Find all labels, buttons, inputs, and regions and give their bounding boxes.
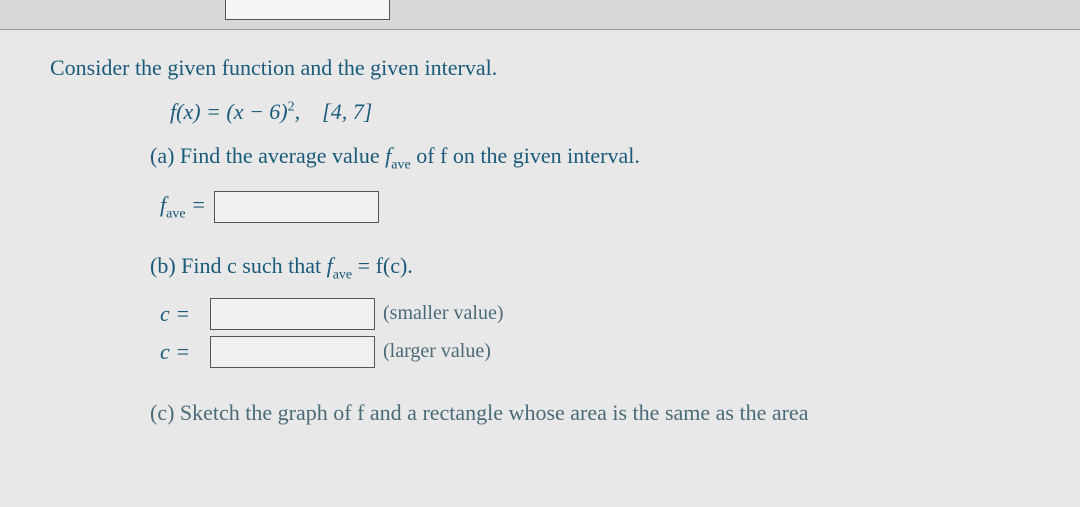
top-answer-input[interactable] [225, 0, 390, 20]
part-a-label: (a) Find the average value [150, 143, 385, 168]
c1-input[interactable] [210, 298, 375, 330]
content-area: Consider the given function and the give… [0, 30, 1080, 426]
part-a-rest: of f on the given interval. [411, 143, 640, 168]
c2-label: c = [160, 339, 202, 365]
intro-text: Consider the given function and the give… [50, 55, 1030, 81]
page-container: Consider the given function and the give… [0, 0, 1080, 507]
fave-input[interactable] [214, 191, 379, 223]
part-b-eq: = f(c). [352, 253, 413, 278]
formula-interval: , [4, 7] [295, 99, 373, 124]
part-a: (a) Find the average value fave of f on … [150, 143, 1030, 173]
c2-hint: (larger value) [383, 340, 491, 363]
c1-label: c = [160, 301, 202, 327]
formula-exponent: 2 [288, 100, 295, 115]
part-b-label: (b) Find c such that [150, 253, 327, 278]
part-b-sub: ave [333, 268, 352, 283]
formula-fx: f(x) = (x − 6) [170, 99, 288, 124]
fave-answer-sub: ave [166, 207, 185, 222]
formula-line: f(x) = (x − 6)2, [4, 7] [170, 99, 1030, 125]
part-c: (c) Sketch the graph of f and a rectangl… [150, 400, 1030, 426]
top-strip [0, 0, 1080, 30]
fave-answer-row: fave = [160, 191, 1030, 223]
c1-row: c = (smaller value) [160, 298, 1030, 330]
part-c-text: (c) Sketch the graph of f and a rectangl… [150, 400, 808, 425]
fave-answer-eq: = [186, 192, 206, 217]
c2-input[interactable] [210, 336, 375, 368]
fave-answer-label: fave = [160, 192, 206, 222]
c1-hint: (smaller value) [383, 302, 504, 325]
part-b: (b) Find c such that fave = f(c). [150, 253, 1030, 283]
fave-sub: ave [391, 157, 410, 172]
c2-row: c = (larger value) [160, 336, 1030, 368]
